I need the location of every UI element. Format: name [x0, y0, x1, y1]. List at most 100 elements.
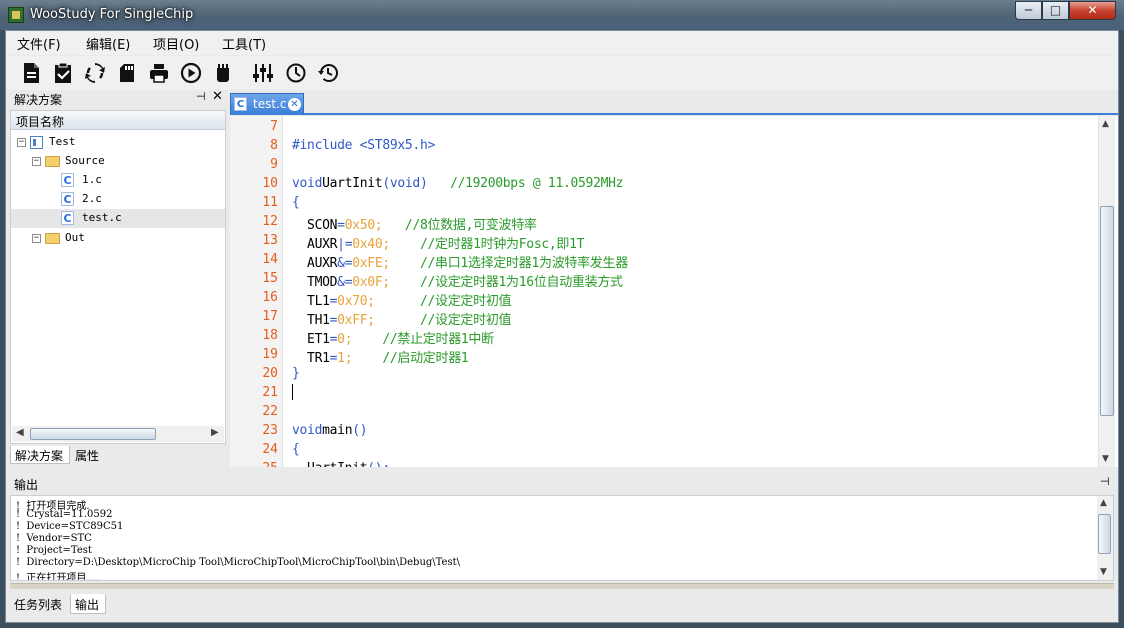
- code-token: ();: [367, 461, 390, 467]
- code-token: //设定定时器1为16位自动重装方式: [389, 275, 623, 290]
- scroll-thumb[interactable]: [1100, 206, 1114, 416]
- scroll-down-icon[interactable]: ▼: [1102, 454, 1109, 464]
- output-line: ! Project=Test: [16, 545, 92, 556]
- play-icon[interactable]: [180, 62, 202, 84]
- code-token: //启动定时器1: [352, 351, 469, 366]
- solution-title: 解决方案: [14, 93, 63, 107]
- checklist-icon[interactable]: [52, 62, 74, 84]
- c-file-icon: C: [61, 192, 74, 206]
- tree-item-testc[interactable]: C test.c: [11, 209, 225, 228]
- tree-column-header[interactable]: 项目名称: [11, 111, 225, 130]
- panel-splitter[interactable]: [10, 583, 1114, 589]
- menu-edit[interactable]: 编辑(E): [86, 34, 130, 53]
- clock-icon[interactable]: [285, 62, 307, 84]
- code-area[interactable]: #include <ST89x5.h> voidUartInit(void) //…: [230, 116, 1098, 467]
- code-token: 0x70;: [337, 294, 375, 309]
- collapse-icon[interactable]: −: [32, 157, 41, 166]
- chip-icon[interactable]: [212, 62, 234, 84]
- code-editor[interactable]: 78910111213141516171819202122232425 #inc…: [230, 116, 1118, 467]
- scroll-right-icon[interactable]: ▶: [211, 427, 219, 438]
- code-token: void: [292, 176, 323, 191]
- tab-output[interactable]: 输出: [70, 594, 106, 614]
- code-token: ET1: [292, 332, 330, 347]
- output-line: ! Directory=D:\Desktop\MicroChip Tool\Mi…: [16, 557, 460, 568]
- solution-panel: 项目名称 − Test − Source C 1.c C 2.c C test.…: [10, 110, 226, 444]
- scroll-up-icon[interactable]: ▲: [1100, 498, 1107, 508]
- code-token: 0;: [337, 332, 353, 347]
- code-token: 0x0F;: [352, 275, 390, 290]
- tree-item-2c[interactable]: C 2.c: [11, 190, 225, 209]
- output-header: 输出 ⊣: [10, 472, 1114, 494]
- title-bar[interactable]: WooStudy For SingleChip ─ □ ✕: [0, 0, 1124, 30]
- code-token: //串口1选择定时器1为波特率发生器: [389, 256, 628, 271]
- tree-item-1c[interactable]: C 1.c: [11, 171, 225, 190]
- code-token: AUXR: [292, 237, 338, 252]
- collapse-icon[interactable]: −: [32, 234, 41, 243]
- settings-sliders-icon[interactable]: [252, 62, 274, 84]
- pin-icon[interactable]: ⊣: [1100, 475, 1110, 488]
- code-token: {: [292, 195, 300, 210]
- close-window-button[interactable]: ✕: [1069, 1, 1116, 20]
- refresh-icon[interactable]: [84, 62, 106, 84]
- scroll-down-icon[interactable]: ▼: [1100, 567, 1107, 577]
- pin-icon[interactable]: ⊣: [196, 90, 206, 103]
- code-line: TL1=0x70; //设定定时初值: [292, 290, 511, 309]
- output-line: ! Device=STC89C51: [16, 521, 124, 532]
- scroll-up-icon[interactable]: ▲: [1102, 119, 1109, 129]
- tab-task-list[interactable]: 任务列表: [10, 594, 68, 614]
- tab-test-c[interactable]: C test.c ✕: [230, 93, 304, 114]
- output-vertical-scrollbar[interactable]: ▲ ▼: [1097, 496, 1113, 580]
- tab-label: test.c: [253, 97, 287, 111]
- maximize-button[interactable]: □: [1042, 1, 1069, 20]
- tab-solution[interactable]: 解决方案: [10, 446, 70, 464]
- scroll-thumb[interactable]: [1098, 514, 1111, 554]
- code-token: SCON: [292, 218, 338, 233]
- scroll-left-icon[interactable]: ◀: [16, 427, 24, 438]
- code-token: AUXR: [292, 256, 338, 271]
- code-token: //禁止定时器1中断: [352, 332, 494, 347]
- menu-tools[interactable]: 工具(T): [222, 34, 266, 53]
- scroll-thumb[interactable]: [30, 428, 156, 440]
- code-token: UartInit: [292, 461, 368, 467]
- code-token: 0x40;: [352, 237, 390, 252]
- menu-project[interactable]: 项目(O): [153, 34, 199, 53]
- print-icon[interactable]: [148, 62, 170, 84]
- tree-horizontal-scrollbar[interactable]: ◀ ▶: [12, 426, 224, 442]
- sd-card-icon[interactable]: [116, 62, 138, 84]
- menu-file[interactable]: 文件(F): [17, 34, 61, 53]
- code-token: TR1: [292, 351, 330, 366]
- collapse-icon[interactable]: −: [17, 138, 26, 147]
- editor-vertical-scrollbar[interactable]: ▲ ▼: [1098, 116, 1115, 467]
- code-token: &=: [337, 256, 353, 271]
- tree-item-label: Out: [65, 231, 85, 244]
- output-line: ! Vendor=STC: [16, 533, 92, 544]
- tree-item-source[interactable]: − Source: [11, 152, 225, 171]
- output-line: ! 正在打开项目....: [16, 573, 100, 581]
- code-token: }: [292, 366, 300, 381]
- folder-icon: [45, 156, 60, 167]
- close-panel-button[interactable]: ✕: [212, 89, 223, 104]
- tree-item-label: Test: [49, 135, 76, 148]
- history-icon[interactable]: [317, 62, 339, 84]
- new-file-icon[interactable]: [20, 62, 42, 84]
- code-line: voidUartInit(void) //19200bps @ 11.0592M…: [292, 176, 624, 191]
- tree-column-label: 项目名称: [16, 115, 65, 129]
- folder-icon: [45, 233, 60, 244]
- tab-label: 任务列表: [14, 598, 63, 612]
- tree-item-test[interactable]: − Test: [11, 133, 225, 152]
- code-line: #include <ST89x5.h>: [292, 138, 435, 153]
- code-token: main: [322, 423, 353, 438]
- code-line: }: [292, 366, 300, 381]
- project-icon: [30, 136, 43, 149]
- tree-item-label: test.c: [82, 211, 122, 224]
- close-tab-icon[interactable]: ✕: [288, 98, 301, 111]
- minimize-button[interactable]: ─: [1015, 1, 1042, 20]
- tab-properties[interactable]: 属性: [71, 446, 109, 464]
- tab-label: 输出: [75, 598, 100, 612]
- code-token: //8位数据,可变波特率: [382, 218, 537, 233]
- tree-item-out[interactable]: − Out: [11, 229, 225, 248]
- output-panel[interactable]: ! 打开项目完成. ! Crystal=11.0592 ! Device=STC…: [10, 495, 1114, 581]
- code-line: {: [292, 195, 300, 210]
- app-icon: [8, 7, 24, 23]
- code-token: &=: [337, 275, 353, 290]
